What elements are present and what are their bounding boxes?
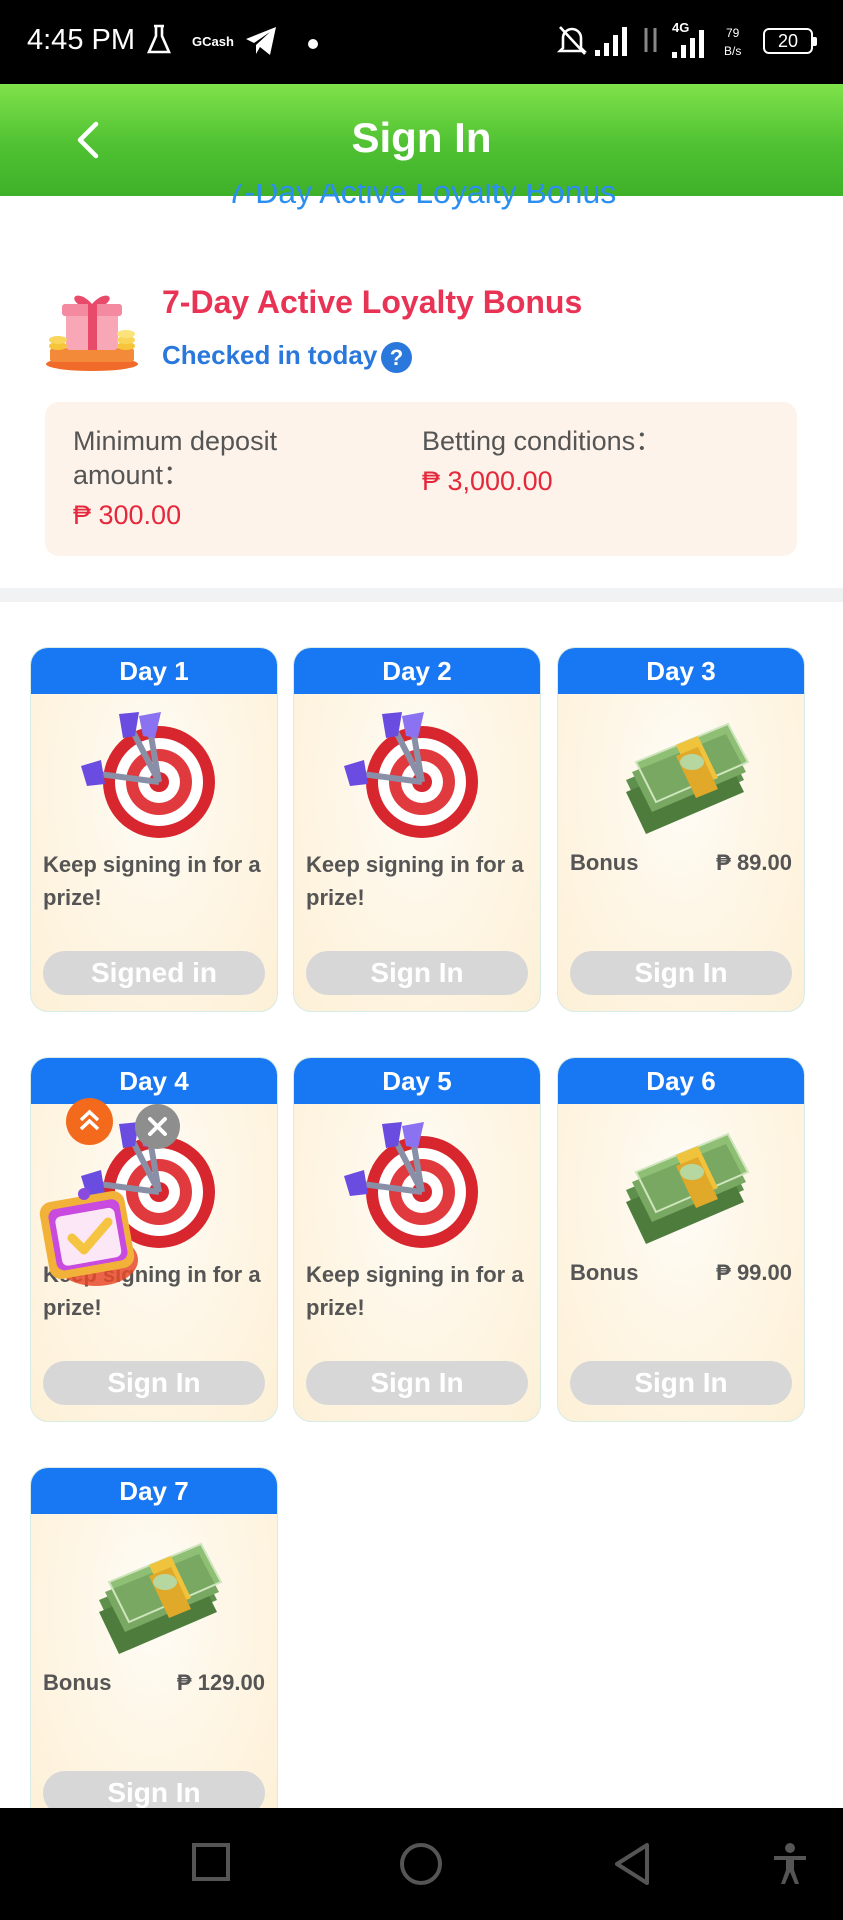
bonus-title: 7-Day Active Loyalty Bonus xyxy=(162,284,583,320)
flask-icon xyxy=(146,24,172,61)
day-message: Keep signing in for a prize! xyxy=(306,1262,524,1320)
square-icon xyxy=(192,1843,230,1881)
betting-value: ₱ 3,000.00 xyxy=(422,466,553,496)
float-expand-button[interactable] xyxy=(66,1098,113,1145)
signal-icon-2 xyxy=(672,30,708,63)
dot-icon xyxy=(308,36,318,54)
section-divider xyxy=(0,588,843,602)
checkin-calendar-icon[interactable] xyxy=(32,1178,150,1290)
day-label: Day 1 xyxy=(31,648,277,694)
bonus-label: Bonus xyxy=(570,850,639,875)
day-card-7: Day 7 Bonus ₱ 129.00 Sign In xyxy=(30,1467,278,1832)
bonus-amount: ₱ 89.00 xyxy=(716,850,792,875)
telegram-icon xyxy=(244,24,278,63)
battery-icon: 20 xyxy=(763,28,817,54)
betting-label: Betting conditions： xyxy=(422,426,663,456)
close-icon xyxy=(148,1117,167,1136)
day-label: Day 5 xyxy=(294,1058,540,1104)
money-stack-icon xyxy=(606,1120,756,1260)
day-card-5: Day 5 Keep signing in for a prize! Sign … xyxy=(293,1057,541,1422)
float-close-button[interactable] xyxy=(135,1104,180,1149)
day-card-2: Day 2 Keep signing in for a prize! Sign … xyxy=(293,647,541,1012)
triangle-back-icon xyxy=(615,1843,649,1885)
dart-target-icon xyxy=(342,710,492,850)
day-label: Day 7 xyxy=(31,1468,277,1514)
bonus-amount: ₱ 129.00 xyxy=(176,1670,265,1695)
scrolled-title: 7-Day Active Loyalty Bonus xyxy=(226,184,617,210)
day-label: Day 3 xyxy=(558,648,804,694)
sign-in-button[interactable]: Sign In xyxy=(43,1361,265,1405)
recents-button[interactable] xyxy=(191,1842,231,1887)
min-deposit-value: ₱ 300.00 xyxy=(73,500,182,530)
conditions-panel: Minimum deposit amount： ₱ 300.00 Betting… xyxy=(45,402,797,556)
bell-off-icon xyxy=(556,24,588,61)
signal-icon xyxy=(595,24,631,61)
money-stack-icon xyxy=(79,1530,229,1670)
data-arrows-icon xyxy=(640,24,662,61)
sign-in-button[interactable]: Sign In xyxy=(306,951,528,995)
back-nav-button[interactable] xyxy=(612,1842,652,1891)
day-card-1: Day 1 Keep signing in for a prize! Signe… xyxy=(30,647,278,1012)
checked-in-status: Checked in today xyxy=(162,340,378,370)
money-stack-icon xyxy=(606,710,756,850)
dart-target-icon xyxy=(79,710,229,850)
min-deposit-label: Minimum deposit amount： xyxy=(73,426,278,490)
day-message: Keep signing in for a prize! xyxy=(306,852,524,910)
status-bar: 4:45 PM GCash 4G 79 B/s 20 xyxy=(0,0,843,84)
accessibility-button[interactable] xyxy=(770,1842,810,1891)
day-label: Day 2 xyxy=(294,648,540,694)
day-message: Keep signing in for a prize! xyxy=(43,852,261,910)
question-circle-icon[interactable]: ? xyxy=(381,342,412,373)
status-time: 4:45 PM xyxy=(27,24,135,56)
accessibility-icon xyxy=(774,1843,806,1884)
bonus-label: Bonus xyxy=(43,1670,112,1695)
day-card-6: Day 6 Bonus ₱ 99.00 Sign In xyxy=(557,1057,805,1422)
sign-in-button[interactable]: Sign In xyxy=(570,1361,792,1405)
header-bar: Sign In xyxy=(0,84,843,196)
day-card-3: Day 3 Bonus ₱ 89.00 Sign In xyxy=(557,647,805,1012)
gcash-icon: GCash xyxy=(192,34,234,49)
bonus-amount: ₱ 99.00 xyxy=(716,1260,792,1285)
gift-icon xyxy=(44,290,140,372)
signed-in-button[interactable]: Signed in xyxy=(43,951,265,995)
day-label: Day 6 xyxy=(558,1058,804,1104)
dart-target-icon xyxy=(342,1120,492,1260)
sign-in-button[interactable]: Sign In xyxy=(570,951,792,995)
system-nav-bar xyxy=(0,1808,843,1920)
page-title: Sign In xyxy=(351,114,492,161)
home-button[interactable] xyxy=(399,1842,443,1891)
bonus-label: Bonus xyxy=(570,1260,639,1285)
sign-in-button[interactable]: Sign In xyxy=(306,1361,528,1405)
double-chevron-up-icon xyxy=(79,1109,100,1131)
circle-icon xyxy=(400,1843,442,1885)
network-speed: 79 B/s xyxy=(724,26,742,58)
